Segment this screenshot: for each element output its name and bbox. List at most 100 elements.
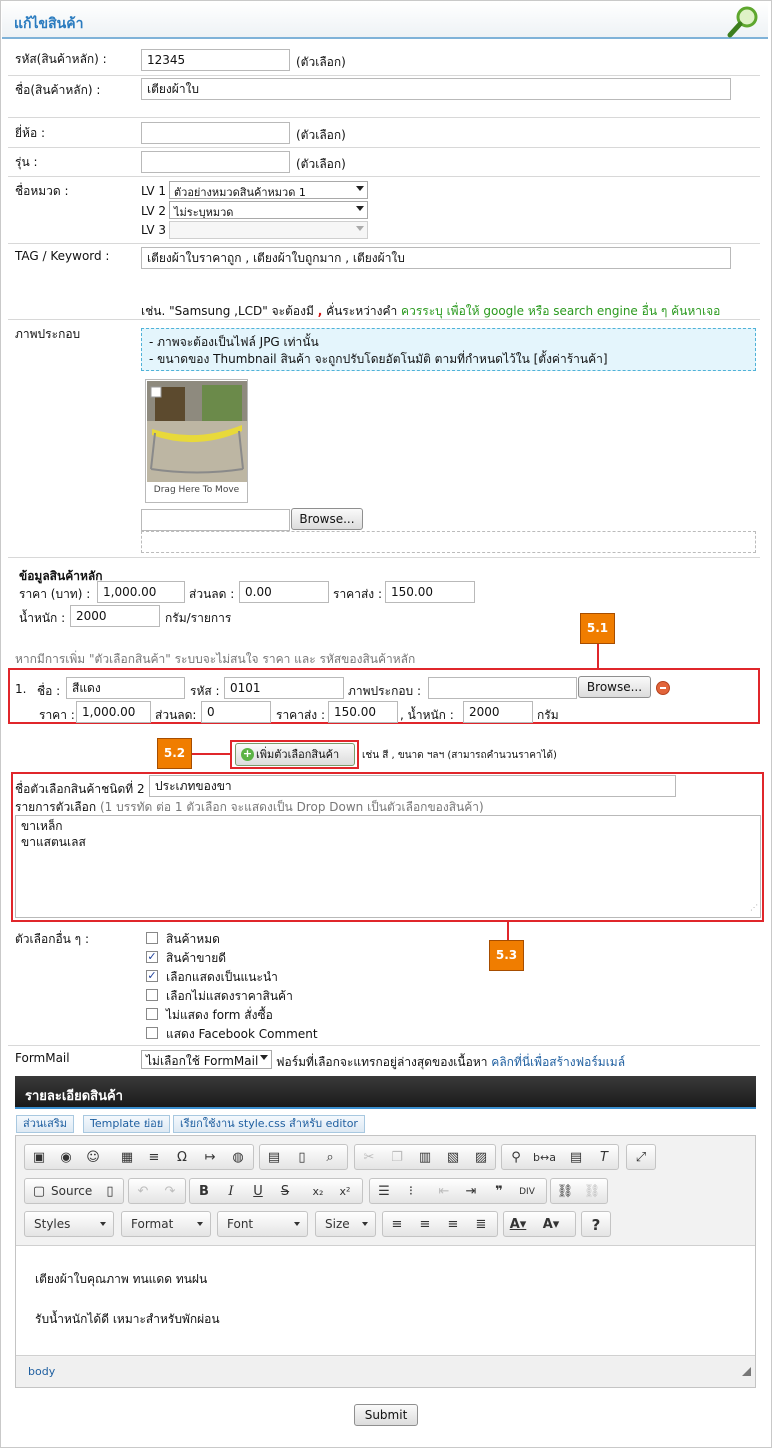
lv2-select[interactable]: ไม่ระบุหมวด: [169, 201, 368, 219]
subscript-icon[interactable]: x₂: [307, 1182, 329, 1202]
tab-style-css[interactable]: เรียกใช้งาน style.css สำหรับ editor: [173, 1115, 365, 1133]
discount-input[interactable]: 0.00: [239, 581, 329, 603]
name-input[interactable]: เตียงผ้าใบ: [141, 78, 731, 100]
indent-icon[interactable]: ⇥: [460, 1182, 482, 1202]
lv1-select[interactable]: ตัวอย่างหมวดสินค้าหมวด 1: [169, 181, 368, 199]
formmail-label: FormMail: [15, 1051, 70, 1065]
weight-input[interactable]: 2000: [70, 605, 160, 627]
undo-icon[interactable]: ↶: [132, 1182, 154, 1202]
templates-icon[interactable]: ▯: [99, 1182, 121, 1202]
image-icon[interactable]: ▣: [28, 1148, 50, 1168]
div-icon[interactable]: DIV: [516, 1182, 538, 1202]
align-right-icon[interactable]: ≡: [442, 1215, 464, 1235]
model-label: รุ่น :: [15, 155, 38, 169]
format-combo[interactable]: Format: [121, 1211, 211, 1237]
styles-combo[interactable]: Styles: [24, 1211, 114, 1237]
underline-icon[interactable]: U: [247, 1182, 269, 1202]
editor-content-area[interactable]: เตียงผ้าใบคุณภาพ ทนแดด ทนฝน รับน้ำหนักได…: [16, 1245, 755, 1356]
bulleted-list-icon[interactable]: ⁝: [400, 1182, 422, 1202]
justify-icon[interactable]: ≣: [470, 1215, 492, 1235]
price-input[interactable]: 1,000.00: [97, 581, 185, 603]
remove-variant-icon[interactable]: [656, 681, 670, 695]
select-all-icon[interactable]: ▤: [565, 1148, 587, 1168]
link-icon[interactable]: ⛓: [554, 1182, 576, 1202]
align-left-icon[interactable]: ≡: [386, 1215, 408, 1235]
paste-icon[interactable]: ▥: [414, 1148, 436, 1168]
option-checkbox[interactable]: [146, 932, 158, 944]
formmail-select[interactable]: ไม่เลือกใช้ FormMail: [141, 1050, 272, 1069]
add-variant-hint: เช่น สี , ขนาด ฯลฯ (สามารถคำนวนราคาได้): [362, 750, 557, 761]
add-variant-button[interactable]: + เพิ่มตัวเลือกสินค้า: [235, 743, 355, 766]
lv3-select[interactable]: [169, 221, 368, 239]
option-checkbox[interactable]: [146, 989, 158, 1001]
font-combo[interactable]: Font: [217, 1211, 308, 1237]
background-color-icon[interactable]: A▾: [540, 1215, 562, 1235]
remove-format-icon[interactable]: T: [593, 1148, 615, 1168]
table-icon[interactable]: ▦: [116, 1148, 138, 1168]
variant-image-input[interactable]: [428, 677, 577, 699]
variant-wholesale-input[interactable]: 150.00: [328, 701, 398, 723]
tag-input[interactable]: เตียงผ้าใบราคาถูก , เตียงผ้าใบถูกมาก , เ…: [141, 247, 731, 269]
maximize-icon[interactable]: ⤢: [630, 1148, 652, 1168]
option-checkbox[interactable]: [146, 1008, 158, 1020]
brand-input[interactable]: [141, 122, 290, 144]
page-break-icon[interactable]: ↦: [199, 1148, 221, 1168]
variant-price-input[interactable]: 1,000.00: [76, 701, 151, 723]
paste-text-icon[interactable]: ▧: [442, 1148, 464, 1168]
italic-icon[interactable]: I: [220, 1182, 242, 1202]
tab-addons[interactable]: ส่วนเสริม: [16, 1115, 75, 1133]
superscript-icon[interactable]: x²: [334, 1182, 356, 1202]
blockquote-icon[interactable]: ❞: [488, 1182, 510, 1202]
new-page-icon[interactable]: ▯: [291, 1148, 313, 1168]
option-checkbox[interactable]: ✓: [146, 951, 158, 963]
strikethrough-icon[interactable]: S: [274, 1182, 296, 1202]
special-char-icon[interactable]: Ω: [171, 1148, 193, 1168]
variant-browse-button[interactable]: Browse...: [578, 676, 651, 698]
flash-icon[interactable]: ◉: [55, 1148, 77, 1168]
numbered-list-icon[interactable]: ☰: [373, 1182, 395, 1202]
tab-sub-template[interactable]: Template ย่อย: [83, 1115, 171, 1133]
main-info-heading: ข้อมูลสินค้าหลัก: [19, 569, 103, 583]
variant-weight-input[interactable]: 2000: [463, 701, 533, 723]
resize-handle-icon[interactable]: [742, 1367, 751, 1376]
product-thumbnail[interactable]: Drag Here To Move: [145, 379, 248, 503]
submit-button[interactable]: Submit: [354, 1404, 418, 1426]
chevron-down-icon: [260, 1055, 268, 1060]
replace-icon[interactable]: b↔a: [533, 1148, 556, 1168]
outdent-icon[interactable]: ⇤: [433, 1182, 455, 1202]
bold-icon[interactable]: B: [193, 1182, 215, 1202]
code-input[interactable]: 12345: [141, 49, 290, 71]
option-checkbox[interactable]: [146, 1027, 158, 1039]
copy-icon[interactable]: ❐: [386, 1148, 408, 1168]
find-icon[interactable]: ⚲: [505, 1148, 527, 1168]
help-icon[interactable]: ?: [585, 1215, 607, 1235]
formmail-create-link[interactable]: คลิกที่นี่เพื่อสร้างฟอร์มเมล์: [491, 1055, 625, 1069]
resize-handle-icon[interactable]: ⋰: [750, 900, 758, 916]
option-list-textarea[interactable]: ขาเหล็ก ขาแสตนเลส ⋰: [15, 815, 761, 918]
model-input[interactable]: [141, 151, 290, 173]
wholesale-input[interactable]: 150.00: [385, 581, 475, 603]
smiley-icon[interactable]: ☺: [82, 1148, 104, 1168]
source-icon[interactable]: ▢: [28, 1182, 50, 1202]
option-checkbox[interactable]: ✓: [146, 970, 158, 982]
text-color-icon[interactable]: A▾: [507, 1215, 529, 1235]
source-button[interactable]: Source: [51, 1184, 92, 1198]
unlink-icon[interactable]: ⛓: [581, 1182, 603, 1202]
preview-icon[interactable]: ⌕: [319, 1148, 341, 1168]
image-file-input[interactable]: [141, 509, 290, 531]
redo-icon[interactable]: ↷: [159, 1182, 181, 1202]
browse-button[interactable]: Browse...: [291, 508, 363, 530]
save-icon[interactable]: ▤: [263, 1148, 285, 1168]
size-combo[interactable]: Size: [315, 1211, 376, 1237]
iframe-icon[interactable]: ◍: [227, 1148, 249, 1168]
horizontal-rule-icon[interactable]: ≡: [143, 1148, 165, 1168]
element-path[interactable]: body: [28, 1365, 55, 1378]
variant-name-input[interactable]: สีแดง: [66, 677, 185, 699]
option-name-input[interactable]: ประเภทของขา: [149, 775, 676, 797]
variant-code-input[interactable]: 0101: [224, 677, 344, 699]
image-drop-zone[interactable]: [141, 531, 756, 553]
variant-discount-input[interactable]: 0: [201, 701, 271, 723]
align-center-icon[interactable]: ≡: [414, 1215, 436, 1235]
paste-word-icon[interactable]: ▨: [470, 1148, 492, 1168]
cut-icon[interactable]: ✂: [358, 1148, 380, 1168]
